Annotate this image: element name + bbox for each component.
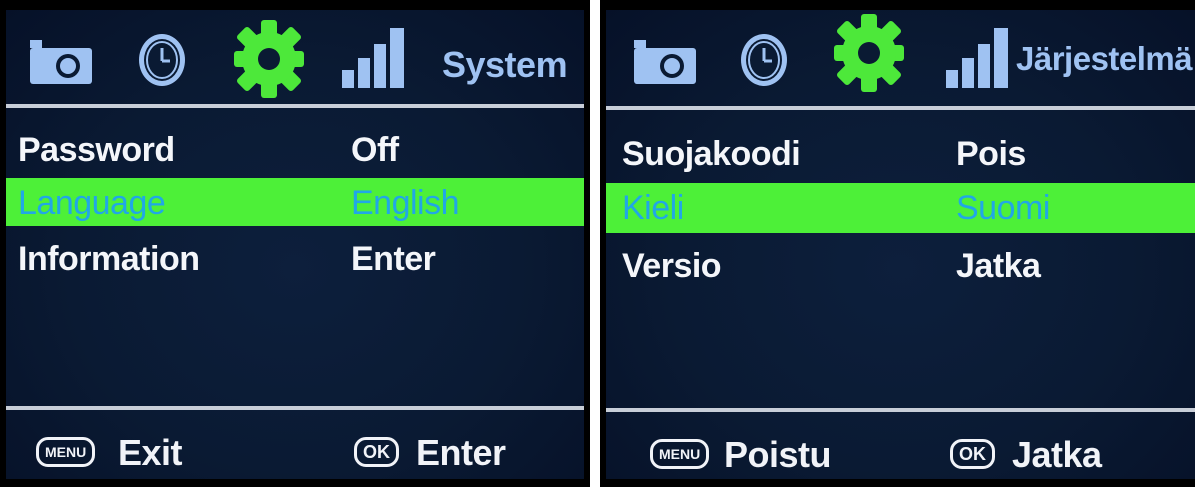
menu-row-suojakoodi[interactable]: Suojakoodi Pois [606,129,1195,177]
menu-button-badge[interactable]: MENU [650,439,710,469]
row-value: Suomi [956,189,1050,227]
divider-bottom [6,406,584,410]
screenshot: System Password Off Language English Inf… [0,0,1195,487]
divider-top [606,106,1195,110]
settings-screen-finnish: Järjestelmä Suojakoodi Pois Kieli Suomi … [600,0,1195,487]
camera-icon[interactable] [30,40,92,84]
menu-row-password[interactable]: Password Off [6,125,584,173]
row-value: Pois [956,135,1026,173]
menu-row-language[interactable]: Language English [6,178,584,226]
exit-label[interactable]: Poistu [724,434,832,476]
tab-icon-bar: Järjestelmä [606,10,1195,105]
row-value: English [351,184,460,222]
ok-button-badge[interactable]: OK [354,437,399,467]
enter-label[interactable]: Jatka [1012,434,1102,476]
row-label: Information [18,240,200,278]
gear-icon[interactable] [234,20,304,98]
signal-icon[interactable] [946,28,1010,88]
row-label: Kieli [622,189,684,227]
exit-label[interactable]: Exit [118,432,183,474]
footer-bar: MENU Poistu OK Jatka [606,416,1195,479]
settings-screen-english: System Password Off Language English Inf… [0,0,590,487]
tab-icon-bar: System [6,10,584,105]
row-label: Password [18,131,175,169]
signal-icon[interactable] [342,28,406,88]
clock-icon[interactable] [136,30,188,90]
ok-button-badge[interactable]: OK [950,439,995,469]
row-label: Language [18,184,166,222]
menu-button-badge[interactable]: MENU [36,437,96,467]
row-value: Jatka [956,247,1041,285]
footer-bar: MENU Exit OK Enter [6,414,584,479]
menu-row-versio[interactable]: Versio Jatka [606,241,1195,289]
divider-top [6,104,584,108]
row-label: Versio [622,247,722,285]
gear-icon[interactable] [834,14,904,92]
row-value: Enter [351,240,436,278]
row-value: Off [351,131,399,169]
tab-title: System [442,44,568,85]
menu-row-information[interactable]: Information Enter [6,234,584,282]
menu-row-kieli[interactable]: Kieli Suomi [606,183,1195,233]
divider-bottom [606,408,1195,412]
camera-icon[interactable] [634,40,696,84]
row-label: Suojakoodi [622,135,801,173]
tab-title: Järjestelmä [1016,40,1193,77]
enter-label[interactable]: Enter [416,432,506,474]
clock-icon[interactable] [738,30,790,90]
